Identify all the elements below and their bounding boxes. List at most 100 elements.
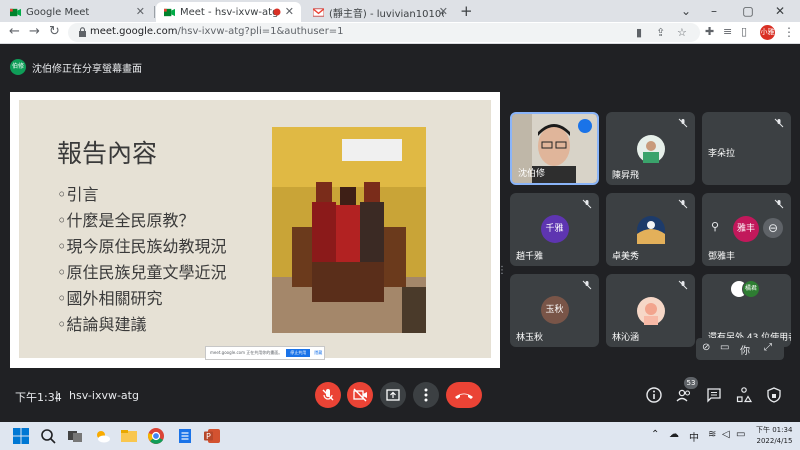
participant-tile[interactable]: 玉秋 林玉秋 — [510, 274, 599, 347]
url-host: meet.google.com — [90, 26, 178, 37]
host-controls-icon[interactable] — [765, 386, 783, 404]
participant-avatar: 雅丰 — [733, 216, 759, 242]
participant-tile[interactable]: 李朵拉 — [702, 112, 791, 185]
participant-name: 林沁涵 — [612, 333, 640, 343]
window-close-icon[interactable]: ✕ — [758, 0, 800, 22]
tab-gmail[interactable]: (靜主音) - luvivian1010693@gm ✕ — [305, 2, 455, 22]
participant-tile[interactable]: 陳昇飛 — [606, 112, 695, 185]
tab-title: Google Meet — [26, 6, 90, 18]
stop-sharing-button[interactable]: 停止共用 — [286, 349, 311, 357]
presenting-text: 沈伯修正在分享螢幕畫面 — [32, 63, 142, 75]
leave-call-button[interactable] — [446, 382, 482, 408]
reload-icon[interactable]: ↻ — [49, 24, 60, 39]
tile-hover-controls: ⚲ 雅丰 ⊖ — [703, 216, 789, 242]
participant-tile[interactable]: 卓美秀 — [606, 193, 695, 266]
side-panel-icon[interactable]: ▯ — [741, 25, 747, 38]
slide-bullet: ◦國外相關研究 — [57, 289, 163, 308]
remove-icon[interactable]: ⊖ — [763, 218, 783, 238]
camera-off-icon[interactable]: ▭ — [720, 342, 729, 353]
chat-icon[interactable] — [705, 386, 723, 404]
info-icon[interactable] — [645, 386, 663, 404]
leave-call-icon — [455, 393, 473, 399]
windows-start-icon[interactable] — [12, 427, 30, 445]
presenter-badge: 伯修 — [10, 59, 26, 75]
people-icon[interactable] — [675, 386, 693, 404]
participant-tile[interactable]: 千雅 趙千雅 — [510, 193, 599, 266]
camera-toggle-button[interactable] — [347, 382, 373, 408]
participant-name: 趙千雅 — [516, 252, 544, 262]
participant-avatar: 玉秋 — [540, 295, 569, 324]
slide-bullet: ◦原住民族兒童文學近況 — [57, 263, 227, 282]
meet-favicon — [164, 8, 175, 16]
participant-name: 沈伯修 — [518, 169, 546, 179]
browser-toolbar: ← → ↻ meet.google.com/hsv-ixvw-atg?pli=1… — [0, 22, 800, 44]
lock-icon — [79, 27, 86, 37]
wifi-icon[interactable]: ≋ — [708, 429, 716, 440]
os-taskbar: P ⌃ ☁ 中 ≋ ◁ ▭ 下午 01:34 2022/4/15 — [0, 422, 800, 450]
more-options-button[interactable] — [413, 382, 439, 408]
task-view-icon[interactable] — [66, 427, 84, 445]
mic-off-icon — [582, 199, 592, 209]
back-icon[interactable]: ← — [9, 24, 20, 39]
mic-off-icon — [774, 118, 784, 128]
participant-avatar: 橘君 — [742, 280, 760, 298]
tab-meet-active[interactable]: Meet - hsv-ixvw-atg ✕ — [156, 2, 301, 22]
present-button[interactable] — [380, 382, 406, 408]
chevron-up-icon[interactable]: ⌃ — [651, 429, 659, 440]
slide-bullet: ◦結論與建議 — [57, 315, 147, 334]
powerpoint-icon[interactable]: P — [203, 427, 221, 445]
close-icon[interactable]: ✕ — [285, 5, 294, 18]
slide-title: 報告內容 — [57, 139, 158, 168]
tab-title: Meet - hsv-ixvw-atg — [180, 6, 279, 18]
svg-text:P: P — [206, 432, 211, 441]
mic-off-icon — [678, 280, 688, 290]
tab-google-meet[interactable]: Google Meet ✕ — [2, 2, 152, 22]
mic-off-icon — [582, 280, 592, 290]
chrome-icon[interactable] — [147, 427, 165, 445]
reading-list-icon[interactable]: ≡ — [723, 25, 732, 38]
mic-off-icon[interactable]: ⊘ — [702, 342, 710, 353]
activities-icon[interactable] — [735, 386, 753, 404]
close-icon[interactable]: ✕ — [136, 5, 145, 18]
participant-tile[interactable]: ⚲ 雅丰 ⊖ 鄧雅丰 — [702, 193, 791, 266]
participant-photo — [637, 135, 665, 163]
browser-menu-icon[interactable]: ⋮ — [783, 25, 795, 39]
more-participants-tile[interactable]: 橘君 還有另外 43 位使用者 — [702, 274, 791, 347]
participant-name: 陳昇飛 — [612, 171, 640, 181]
gmail-favicon — [313, 7, 324, 17]
participant-name: 李朵拉 — [708, 149, 736, 159]
notepad-icon[interactable] — [176, 427, 194, 445]
close-icon[interactable]: ✕ — [439, 5, 448, 18]
mic-toggle-button[interactable] — [315, 382, 341, 408]
layout-handle-icon[interactable]: ⋮ — [497, 265, 507, 276]
bookmark-star-icon[interactable]: ☆ — [677, 26, 687, 39]
speaker-icon[interactable]: ◁ — [722, 429, 730, 440]
weather-icon[interactable] — [93, 427, 111, 445]
share-icon[interactable]: ⇪ — [656, 26, 665, 39]
more-icon — [424, 388, 428, 402]
speaking-indicator-icon — [578, 119, 592, 133]
ime-indicator[interactable]: 中 — [689, 429, 699, 444]
participant-tile[interactable]: 林沁涵 — [606, 274, 695, 347]
camera-in-use-icon[interactable]: ▮ — [636, 26, 642, 39]
onedrive-icon[interactable]: ☁ — [669, 429, 679, 440]
search-icon[interactable] — [39, 427, 57, 445]
pin-icon[interactable]: ⚲ — [711, 220, 719, 233]
extensions-icon[interactable]: ✚ — [705, 25, 714, 38]
url-path: /hsv-ixvw-atg?pli=1&authuser=1 — [177, 26, 344, 37]
battery-icon[interactable]: ▭ — [736, 429, 745, 440]
address-bar[interactable]: meet.google.com/hsv-ixvw-atg?pli=1&authu… — [68, 23, 700, 42]
new-tab-icon[interactable]: + — [460, 2, 473, 20]
hide-button[interactable]: 隱藏 — [314, 350, 322, 356]
presenting-banner: 伯修 沈伯修正在分享螢幕畫面 — [10, 56, 530, 78]
meet-favicon — [10, 8, 21, 16]
forward-icon[interactable]: → — [29, 24, 40, 39]
tab-divider — [154, 6, 155, 18]
file-explorer-icon[interactable] — [120, 427, 138, 445]
system-clock[interactable]: 下午 01:34 2022/4/15 — [756, 425, 792, 447]
self-label: 你 — [740, 346, 750, 357]
participant-tile[interactable]: 沈伯修 — [510, 112, 599, 185]
profile-avatar[interactable]: 小雅 — [760, 25, 775, 40]
tab-title: (靜主音) - luvivian1010693@gm — [329, 8, 444, 20]
expand-icon[interactable]: ⤢ — [764, 342, 772, 353]
